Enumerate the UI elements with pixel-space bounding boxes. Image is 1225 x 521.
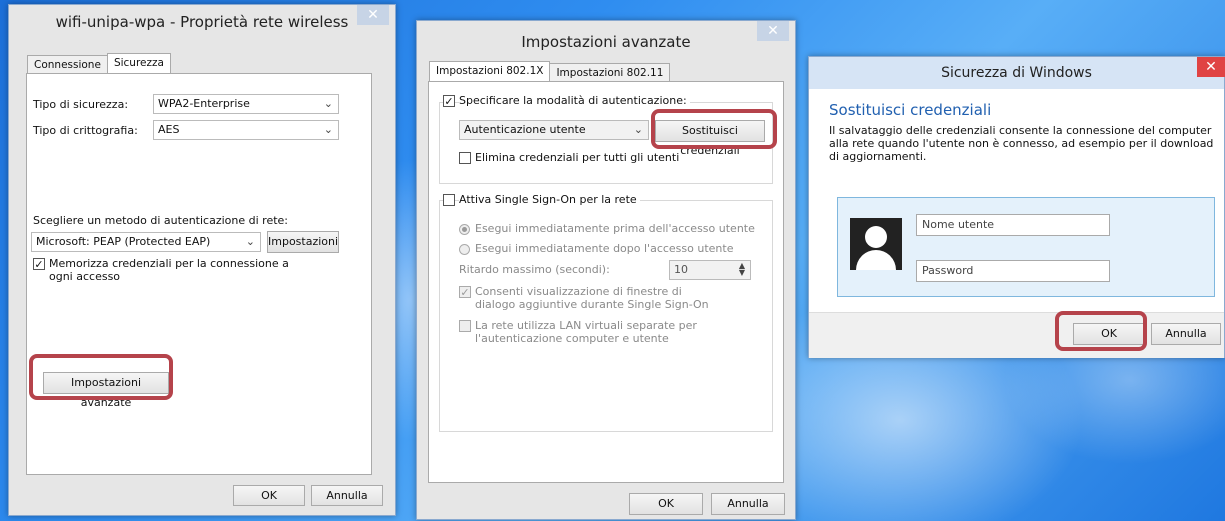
after-logon-label: Esegui immediatamente dopo l'accesso ute… <box>475 242 734 255</box>
vlan-label: La rete utilizza LAN virtuali separate p… <box>475 319 697 345</box>
security-tab-panel: Tipo di sicurezza: WPA2-Enterprise ⌄ Tip… <box>26 73 372 475</box>
tab-8021x[interactable]: Impostazioni 802.1X <box>429 61 551 82</box>
vlan-checkbox[interactable] <box>459 320 471 332</box>
chevron-down-icon: ⌄ <box>245 235 255 248</box>
cancel-button[interactable]: Annulla <box>311 485 383 506</box>
delete-credentials-label: Elimina credenziali per tutti gli utenti <box>475 151 680 164</box>
wireless-properties-window: wifi-unipa-wpa - Proprietà rete wireless… <box>8 4 396 516</box>
user-avatar <box>850 218 902 270</box>
close-button[interactable]: ✕ <box>757 21 789 41</box>
spinner-arrows-icon[interactable]: ▲ ▼ <box>739 262 745 277</box>
user-silhouette-icon <box>865 226 887 248</box>
allow-dialogs-checkbox[interactable]: ✓ <box>459 286 471 298</box>
auth-mode-select[interactable]: Autenticazione utente ⌄ <box>459 120 649 140</box>
remember-credentials-checkbox[interactable]: ✓ <box>33 258 45 270</box>
user-silhouette-body-icon <box>856 250 896 270</box>
before-logon-radio[interactable] <box>459 224 470 235</box>
chevron-down-icon: ⌄ <box>323 97 333 110</box>
chevron-down-icon: ⌄ <box>633 123 643 136</box>
auth-settings-button[interactable]: Impostazioni <box>267 231 339 253</box>
dialog-description: Il salvataggio delle credenziali consent… <box>829 124 1214 163</box>
remember-credentials-label: Memorizza credenziali per la connessione… <box>49 257 289 283</box>
username-input[interactable]: Nome utente <box>916 214 1110 236</box>
specify-auth-checkbox[interactable]: ✓ <box>443 95 455 107</box>
windows-security-dialog: Sicurezza di Windows ✕ Sostituisci crede… <box>808 56 1225 358</box>
auth-method-select[interactable]: Microsoft: PEAP (Protected EAP) ⌄ <box>31 232 261 252</box>
cancel-button[interactable]: Annulla <box>1151 323 1221 345</box>
auth-mode-value: Autenticazione utente <box>464 123 586 136</box>
dialog-heading: Sostituisci credenziali <box>829 101 992 119</box>
cancel-button[interactable]: Annulla <box>711 493 785 515</box>
password-input[interactable]: Password <box>916 260 1110 282</box>
window-title: Impostazioni avanzate <box>521 33 691 51</box>
auth-method-label: Scegliere un metodo di autenticazione di… <box>33 214 289 227</box>
security-type-select[interactable]: WPA2-Enterprise ⌄ <box>153 94 339 114</box>
specify-auth-label: Specificare la modalità di autenticazion… <box>459 94 690 107</box>
max-delay-spinner[interactable]: 10 ▲ ▼ <box>669 260 751 280</box>
max-delay-value: 10 <box>674 263 688 276</box>
advanced-settings-window: Impostazioni avanzate ✕ Impostazioni 802… <box>416 20 796 520</box>
after-logon-radio[interactable] <box>459 244 470 255</box>
close-button[interactable]: ✕ <box>357 5 389 25</box>
sso-label: Attiva Single Sign-On per la rete <box>459 193 640 206</box>
credential-tile[interactable]: Nome utente Password <box>837 197 1215 297</box>
ok-button[interactable]: OK <box>629 493 703 515</box>
ok-button[interactable]: OK <box>233 485 305 506</box>
encryption-type-value: AES <box>158 123 180 136</box>
tab-sicurezza[interactable]: Sicurezza <box>106 53 171 74</box>
encryption-type-label: Tipo di crittografia: <box>33 124 138 137</box>
before-logon-label: Esegui immediatamente prima dell'accesso… <box>475 222 755 235</box>
sso-checkbox[interactable] <box>443 194 455 206</box>
replace-credentials-highlight <box>651 109 777 149</box>
encryption-type-select[interactable]: AES ⌄ <box>153 120 339 140</box>
close-button[interactable]: ✕ <box>1197 57 1225 77</box>
window-title: wifi-unipa-wpa - Proprietà rete wireless <box>55 13 349 31</box>
allow-dialogs-label: Consenti visualizzazione di finestre di … <box>475 285 709 311</box>
desktop-background: wifi-unipa-wpa - Proprietà rete wireless… <box>0 0 1225 521</box>
auth-method-value: Microsoft: PEAP (Protected EAP) <box>36 235 211 248</box>
security-type-label: Tipo di sicurezza: <box>33 98 129 111</box>
security-type-value: WPA2-Enterprise <box>158 97 250 110</box>
max-delay-label: Ritardo massimo (secondi): <box>459 263 610 276</box>
chevron-down-icon: ⌄ <box>323 123 333 136</box>
delete-credentials-checkbox[interactable] <box>459 152 471 164</box>
window-title: Sicurezza di Windows <box>941 65 1092 81</box>
ok-highlight <box>1055 311 1147 351</box>
advanced-settings-highlight <box>29 354 173 400</box>
